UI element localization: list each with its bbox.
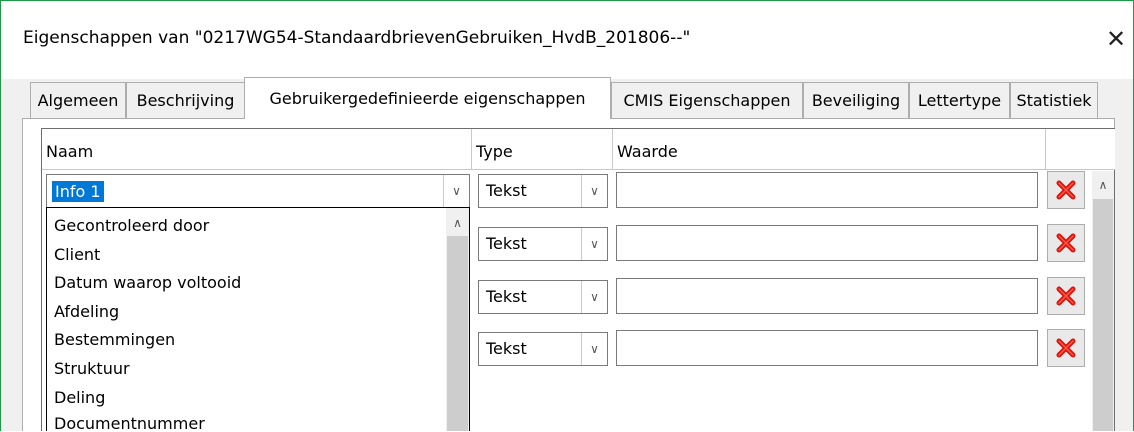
waarde-input[interactable] — [616, 330, 1038, 366]
dropdown-option[interactable]: Datum waarop voltooid — [54, 273, 241, 292]
tab-gebruikergedefinieerde-eigenschappen[interactable]: Gebruikergedefinieerde eigenschappen — [244, 77, 611, 119]
chevron-up-icon[interactable]: ∧ — [1092, 171, 1114, 199]
tab-algemeen[interactable]: Algemeen — [30, 82, 126, 118]
name-combobox-value[interactable]: Info 1 — [52, 181, 104, 202]
close-icon[interactable]: ✕ — [1099, 19, 1133, 59]
type-combobox[interactable]: Tekst ∨ — [478, 332, 608, 366]
delete-property-button[interactable] — [1047, 224, 1085, 262]
name-combobox[interactable]: Info 1 ∨ — [46, 174, 470, 208]
delete-property-button[interactable] — [1047, 277, 1085, 315]
waarde-input[interactable] — [616, 225, 1038, 261]
chevron-down-icon[interactable]: ∨ — [581, 281, 607, 313]
chevron-down-icon[interactable]: ∨ — [581, 228, 607, 260]
type-combobox[interactable]: Tekst ∨ — [478, 227, 608, 261]
scrollbar-thumb[interactable] — [1093, 199, 1113, 431]
chevron-down-icon[interactable]: ∨ — [581, 333, 607, 365]
tab-statistiek[interactable]: Statistiek — [1010, 82, 1098, 118]
dropdown-option[interactable]: Struktuur — [54, 359, 130, 378]
waarde-input[interactable] — [616, 278, 1038, 314]
table-header: Naam Type Waarde — [42, 129, 1115, 170]
red-x-icon — [1056, 338, 1076, 358]
name-dropdown-list: Gecontroleerd door Client Datum waarop v… — [46, 207, 470, 431]
tab-beveiliging[interactable]: Beveiliging — [803, 82, 909, 118]
red-x-icon — [1056, 180, 1076, 200]
type-combobox[interactable]: Tekst ∨ — [478, 174, 608, 208]
column-header-type[interactable]: Type — [472, 129, 612, 169]
scrollbar-thumb[interactable] — [447, 236, 468, 431]
column-header-waarde[interactable]: Waarde — [613, 129, 1045, 169]
tab-cmis-eigenschappen[interactable]: CMIS Eigenschappen — [611, 82, 803, 118]
type-value: Tekst — [486, 234, 527, 253]
dropdown-option[interactable]: Deling — [54, 388, 105, 407]
title-bar: Eigenschappen van "0217WG54-Standaardbri… — [1, 1, 1133, 79]
chevron-down-icon[interactable]: ∨ — [443, 175, 469, 207]
dropdown-option[interactable]: Gecontroleerd door — [54, 216, 209, 235]
dropdown-option[interactable]: Client — [54, 245, 100, 264]
type-value: Tekst — [486, 287, 527, 306]
type-combobox[interactable]: Tekst ∨ — [478, 280, 608, 314]
red-x-icon — [1056, 233, 1076, 253]
dropdown-option[interactable]: Afdeling — [54, 302, 119, 321]
column-divider[interactable] — [1045, 129, 1046, 169]
column-header-naam[interactable]: Naam — [42, 129, 471, 169]
tab-lettertype[interactable]: Lettertype — [909, 82, 1010, 118]
delete-property-button[interactable] — [1047, 171, 1085, 209]
type-value: Tekst — [486, 339, 527, 358]
dropdown-option[interactable]: Documentnummer — [54, 414, 205, 431]
dropdown-scrollbar[interactable]: ∧ — [446, 208, 469, 431]
dialog-title: Eigenschappen van "0217WG54-Standaardbri… — [23, 28, 691, 48]
chevron-down-icon[interactable]: ∨ — [581, 175, 607, 207]
properties-dialog: Eigenschappen van "0217WG54-Standaardbri… — [0, 0, 1134, 431]
table-scrollbar[interactable]: ∧ — [1092, 171, 1114, 431]
delete-property-button[interactable] — [1047, 329, 1085, 367]
red-x-icon — [1056, 286, 1076, 306]
type-value: Tekst — [486, 181, 527, 200]
chevron-up-icon[interactable]: ∧ — [446, 212, 469, 234]
dropdown-option[interactable]: Bestemmingen — [54, 330, 175, 349]
waarde-input[interactable] — [616, 172, 1038, 208]
tab-beschrijving[interactable]: Beschrijving — [126, 82, 245, 118]
